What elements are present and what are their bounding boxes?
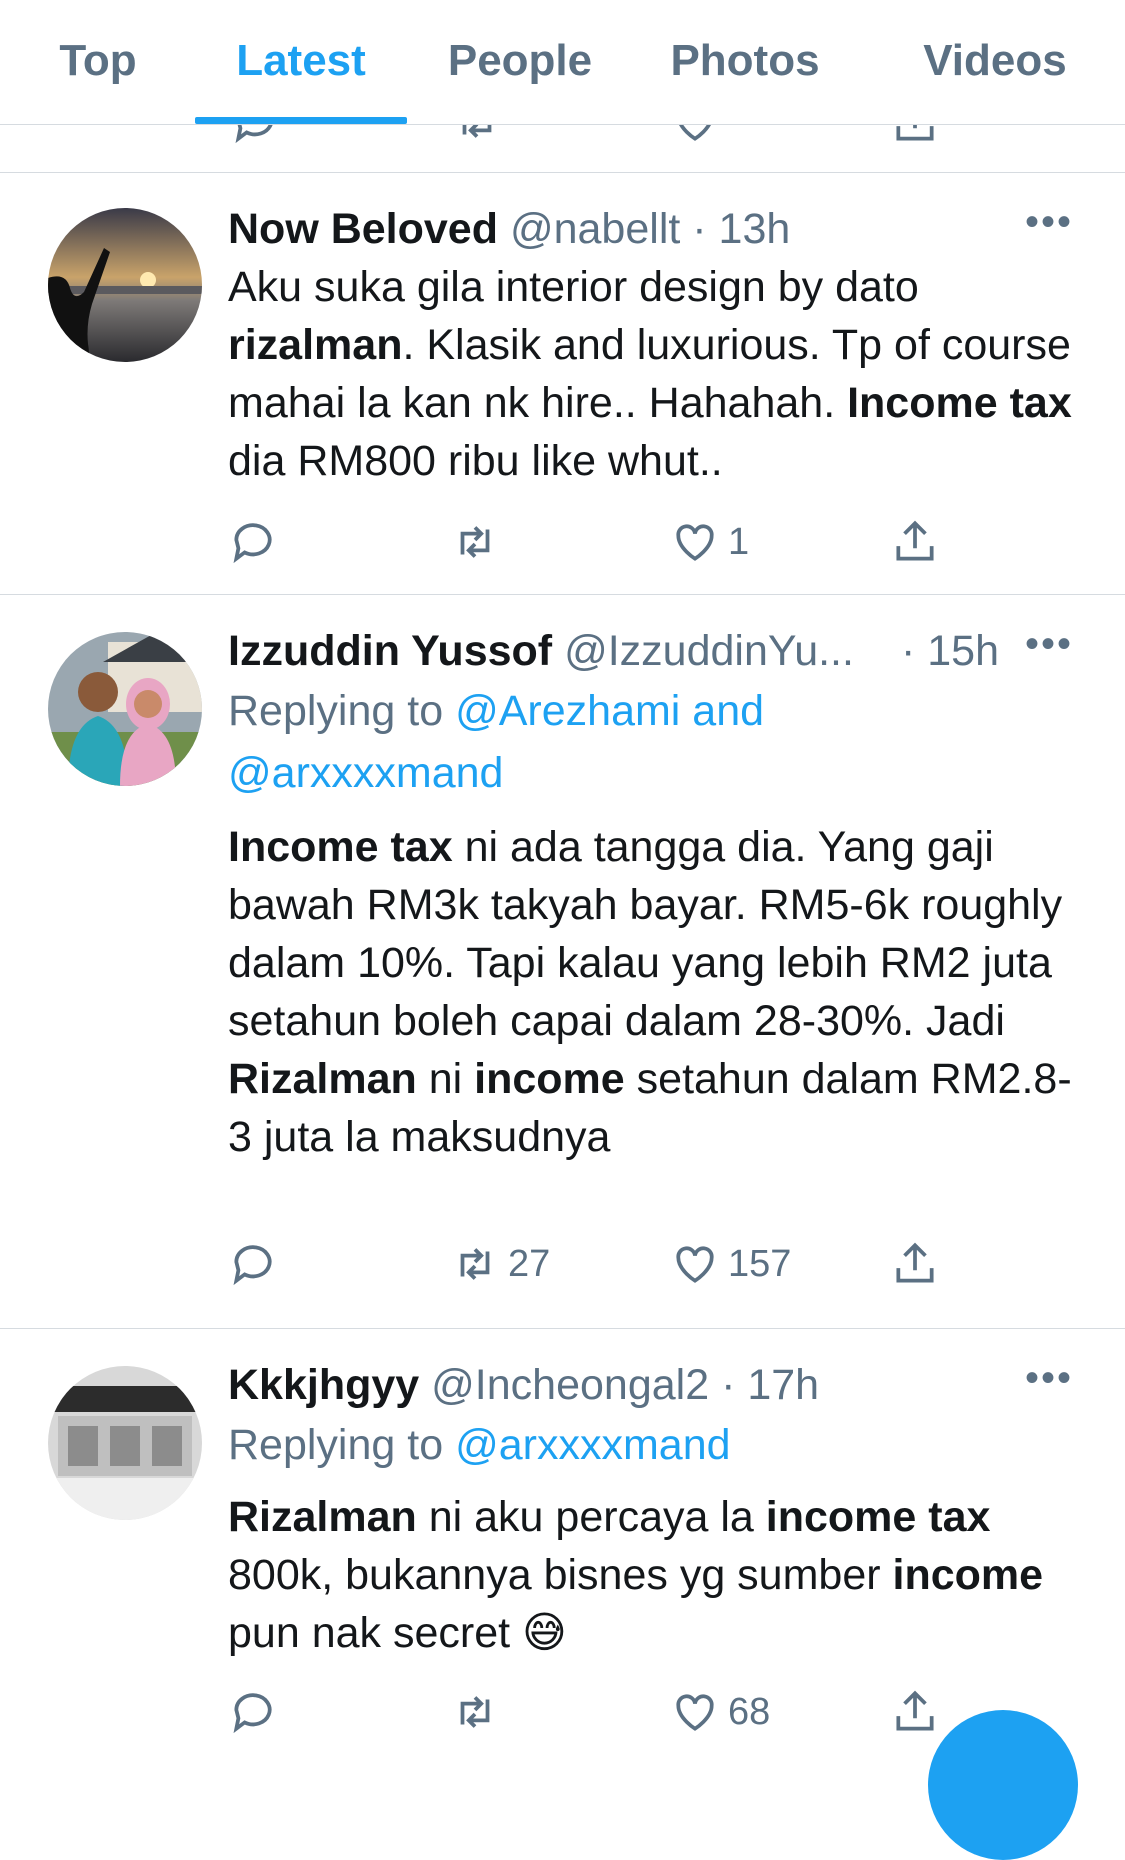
display-name[interactable]: Now Beloved: [228, 205, 498, 253]
user-handle: @nabellt: [509, 205, 681, 253]
reply-button[interactable]: [228, 1682, 286, 1742]
tweet-text-segment: 800k, bukannya bisnes yg sumber: [228, 1551, 893, 1599]
share-button[interactable]: [890, 1234, 940, 1294]
tweet-text-segment: ni aku percaya la: [416, 1493, 766, 1541]
tab-top[interactable]: Top: [38, 0, 158, 122]
tweet-text-segment: dia RM800 ribu like whut..: [228, 437, 723, 485]
compose-tweet-button[interactable]: [928, 1710, 1078, 1860]
active-tab-indicator: [195, 117, 407, 124]
reply-icon: [233, 523, 272, 564]
heart-icon: [676, 524, 714, 561]
reply-icon: [233, 1693, 272, 1734]
like-count: 1: [728, 520, 750, 563]
search-tabs: Top Latest People Photos Videos: [0, 0, 1125, 125]
tweet-text-segment: pun nak secret: [228, 1609, 523, 1657]
replying-to-label: Replying to: [228, 687, 444, 735]
tweet-text-segment: Aku suka gila interior design by dato: [228, 263, 919, 311]
retweet-icon: [460, 526, 490, 558]
display-name[interactable]: Kkkjhgyy: [228, 1361, 419, 1409]
like-button[interactable]: 157: [670, 1234, 791, 1294]
tweet-actions: 27 157: [228, 1234, 988, 1294]
retweet-icon: [460, 1248, 490, 1280]
user-handle: @IzzuddinYu...: [564, 627, 854, 675]
tweet-text-segment: 😅: [522, 1609, 567, 1657]
retweet-icon: [460, 1696, 490, 1728]
tweet-actions: 68: [228, 1682, 988, 1742]
heart-icon: [676, 1694, 714, 1731]
mention-link[interactable]: @Arezhami and: [455, 687, 764, 735]
replying-to: Replying to @arxxxxmand: [228, 1414, 1073, 1476]
highlighted-keyword: Rizalman: [228, 1493, 417, 1541]
retweet-count: 27: [508, 1242, 551, 1285]
mention-link[interactable]: @arxxxxmand: [228, 749, 503, 797]
share-icon: [896, 1690, 934, 1731]
reply-button[interactable]: [228, 1234, 286, 1294]
tweet[interactable]: Now Beloved @nabellt · 13h ••• Aku suka …: [0, 172, 1125, 595]
reply-icon: [233, 1245, 272, 1286]
highlighted-keyword: Income tax: [847, 379, 1072, 427]
like-count: 68: [728, 1690, 771, 1733]
tweet-time: · 17h: [721, 1361, 820, 1409]
user-handle: @Incheongal2: [431, 1361, 710, 1409]
heart-icon: [676, 1246, 714, 1283]
highlighted-keyword: income: [892, 1551, 1044, 1599]
avatar[interactable]: [48, 1366, 202, 1520]
mention-link[interactable]: @arxxxxmand: [455, 1421, 730, 1469]
tweet-time: · 13h: [692, 205, 791, 253]
tab-latest[interactable]: Latest: [195, 0, 407, 122]
reply-button[interactable]: [228, 512, 286, 572]
share-icon: [896, 1242, 934, 1283]
avatar[interactable]: [48, 208, 202, 362]
avatar[interactable]: [48, 632, 202, 786]
tweet-text-segment: ni: [416, 1055, 475, 1103]
highlighted-keyword: Rizalman: [228, 1055, 417, 1103]
display-name[interactable]: Izzuddin Yussof: [228, 627, 552, 675]
replying-to-label: Replying to: [228, 1421, 444, 1469]
tab-photos[interactable]: Photos: [660, 0, 830, 122]
highlighted-keyword: rizalman: [228, 321, 403, 369]
retweet-button[interactable]: [450, 512, 508, 572]
highlighted-keyword: income tax: [765, 1493, 991, 1541]
tweet[interactable]: Izzuddin Yussof @IzzuddinYu... · 15h •••…: [0, 594, 1125, 1329]
tweet-header: Now Beloved @nabellt · 13h •••: [228, 200, 1073, 258]
tweet-header: Kkkjhgyy @Incheongal2 · 17h •••: [228, 1356, 1073, 1414]
tweet-actions: 1: [228, 512, 988, 572]
share-button[interactable]: [890, 1682, 940, 1742]
share-icon: [896, 520, 934, 561]
tweet-text: Aku suka gila interior design by dato ri…: [228, 258, 1073, 490]
tweet[interactable]: Kkkjhgyy @Incheongal2 · 17h ••• Replying…: [0, 1328, 1125, 1768]
replying-to: Replying to @Arezhami and @arxxxxmand: [228, 680, 1073, 804]
more-options-icon[interactable]: •••: [1025, 622, 1073, 666]
like-button[interactable]: 1: [670, 512, 749, 572]
tab-videos[interactable]: Videos: [910, 0, 1080, 122]
more-options-icon[interactable]: •••: [1025, 200, 1073, 244]
retweet-button[interactable]: [450, 1682, 508, 1742]
more-options-icon[interactable]: •••: [1025, 1356, 1073, 1400]
tweet-text: Rizalman ni aku percaya la income tax 80…: [228, 1488, 1073, 1662]
highlighted-keyword: Income tax: [228, 823, 453, 871]
tab-people[interactable]: People: [430, 0, 610, 122]
highlighted-keyword: income: [474, 1055, 625, 1103]
tweet-header: Izzuddin Yussof @IzzuddinYu... · 15h •••: [228, 622, 1073, 680]
tweet-text: Income tax ni ada tangga dia. Yang gaji …: [228, 818, 1073, 1166]
like-button[interactable]: 68: [670, 1682, 770, 1742]
retweet-button[interactable]: 27: [450, 1234, 550, 1294]
share-button[interactable]: [890, 512, 940, 572]
tweet-time: · 15h: [900, 627, 999, 675]
like-count: 157: [728, 1242, 792, 1285]
